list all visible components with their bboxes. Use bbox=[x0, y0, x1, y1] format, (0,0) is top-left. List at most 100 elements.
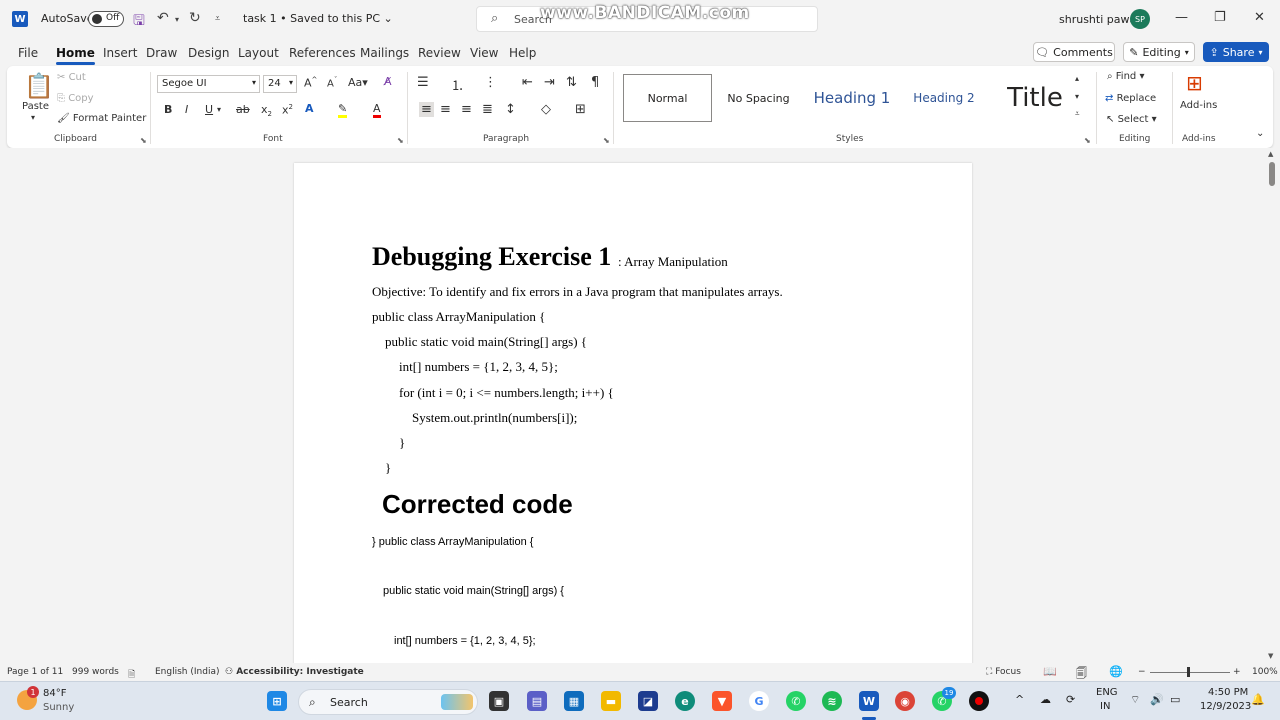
font-size-select[interactable]: 24 ▾ bbox=[263, 75, 297, 93]
read-mode-icon[interactable]: 📖 bbox=[1043, 665, 1057, 678]
taskbar-search[interactable]: ⌕ Search bbox=[298, 689, 478, 715]
paste-dropdown-icon[interactable]: ▾ bbox=[31, 113, 35, 122]
clear-formatting-icon[interactable]: A̸ bbox=[384, 75, 392, 88]
paste-icon[interactable]: 📋 bbox=[24, 72, 54, 100]
style-heading-2[interactable]: Heading 2 bbox=[903, 74, 985, 122]
select-button[interactable]: ↖ Select ▾ bbox=[1106, 114, 1157, 125]
word-taskbar-icon[interactable]: W bbox=[859, 691, 879, 711]
weather-temp[interactable]: 84°F bbox=[43, 688, 66, 699]
superscript-button[interactable]: x2 bbox=[282, 103, 293, 117]
bandicam-record-icon[interactable] bbox=[969, 691, 989, 711]
add-ins-button[interactable]: Add-ins bbox=[1180, 100, 1217, 111]
clipboard-launcher-icon[interactable]: ⬊ bbox=[140, 136, 147, 145]
collapse-ribbon-icon[interactable]: ⌄ bbox=[1256, 128, 1264, 139]
user-name[interactable]: shrushti pawar bbox=[1059, 13, 1141, 26]
align-center-icon[interactable]: ≡ bbox=[440, 102, 451, 117]
web-layout-icon[interactable]: 🌐 bbox=[1109, 665, 1123, 678]
zoom-out-icon[interactable]: − bbox=[1138, 667, 1146, 677]
document-title[interactable]: task 1 • Saved to this PC ⌄ bbox=[243, 12, 393, 25]
find-button[interactable]: ⌕ Find ▾ bbox=[1107, 71, 1144, 82]
add-ins-icon[interactable]: ⊞ bbox=[1186, 71, 1203, 95]
weather-condition[interactable]: Sunny bbox=[43, 702, 74, 713]
underline-button[interactable]: U bbox=[205, 103, 213, 116]
document-page[interactable]: Debugging Exercise 1 : Array Manipulatio… bbox=[294, 163, 972, 683]
chrome-icon[interactable]: ◉ bbox=[895, 691, 915, 711]
grow-font-button[interactable]: A^ bbox=[304, 76, 317, 90]
styles-scroll-down-icon[interactable]: ▾ bbox=[1075, 92, 1079, 101]
avatar[interactable]: SP bbox=[1130, 9, 1150, 29]
styles-scroll-up-icon[interactable]: ▴ bbox=[1075, 74, 1079, 83]
notifications-icon[interactable]: 🔔 bbox=[1251, 693, 1265, 706]
font-launcher-icon[interactable]: ⬊ bbox=[397, 136, 404, 145]
shading-icon[interactable]: ◇ bbox=[541, 102, 551, 117]
autosave-toggle[interactable]: Off bbox=[88, 11, 124, 27]
close-icon[interactable]: ✕ bbox=[1254, 10, 1265, 25]
tab-insert[interactable]: Insert bbox=[103, 46, 137, 60]
tab-design[interactable]: Design bbox=[188, 46, 229, 60]
tab-home[interactable]: Home bbox=[56, 46, 95, 65]
paste-button[interactable]: Paste bbox=[22, 101, 49, 112]
strikethrough-button[interactable]: ab bbox=[236, 103, 250, 116]
undo-dropdown-icon[interactable]: ▾ bbox=[175, 15, 179, 24]
tab-layout[interactable]: Layout bbox=[238, 46, 279, 60]
comments-button[interactable]: 🗨 Comments bbox=[1033, 42, 1115, 62]
tab-draw[interactable]: Draw bbox=[146, 46, 177, 60]
scroll-down-icon[interactable]: ▼ bbox=[1268, 652, 1273, 660]
subscript-button[interactable]: x2 bbox=[261, 103, 272, 118]
task-view-icon[interactable]: ▣ bbox=[489, 691, 509, 711]
font-name-select[interactable]: Segoe UI ▾ bbox=[157, 75, 260, 93]
app-icon[interactable]: ◪ bbox=[638, 691, 658, 711]
focus-mode-button[interactable]: ⛶ Focus bbox=[986, 667, 1021, 677]
wifi-icon[interactable]: ⌔ bbox=[1130, 693, 1140, 707]
zoom-in-icon[interactable]: + bbox=[1233, 667, 1241, 677]
vertical-scrollbar[interactable]: ▲ ▼ bbox=[1268, 150, 1276, 662]
format-painter-button[interactable]: 🖌 Format Painter bbox=[57, 113, 146, 124]
align-right-icon[interactable]: ≡ bbox=[461, 102, 472, 117]
spotify-icon[interactable]: ≋ bbox=[822, 691, 842, 711]
increase-indent-icon[interactable]: ⇥ bbox=[544, 75, 555, 90]
underline-dropdown-icon[interactable]: ▾ bbox=[217, 105, 221, 114]
tab-review[interactable]: Review bbox=[418, 46, 461, 60]
replace-button[interactable]: ⇄ Replace bbox=[1105, 93, 1156, 104]
word-count[interactable]: 999 words bbox=[72, 667, 119, 677]
borders-icon[interactable]: ⊞ bbox=[575, 102, 586, 117]
file-explorer-icon[interactable]: ▬ bbox=[601, 691, 621, 711]
edge-icon[interactable]: e bbox=[675, 691, 695, 711]
sync-icon[interactable]: ⟳ bbox=[1066, 693, 1075, 706]
tab-file[interactable]: File bbox=[18, 46, 38, 60]
editing-mode-button[interactable]: ✎ Editing ▾ bbox=[1123, 42, 1195, 62]
whatsapp-icon[interactable]: ✆ bbox=[786, 691, 806, 711]
shrink-font-button[interactable]: Aˇ bbox=[327, 76, 337, 89]
paragraph-launcher-icon[interactable]: ⬊ bbox=[603, 136, 610, 145]
sort-icon[interactable]: ⇅ bbox=[566, 75, 577, 90]
numbering-icon[interactable]: ⒈ bbox=[451, 75, 464, 94]
style-normal[interactable]: Normal bbox=[623, 74, 712, 122]
cut-button[interactable]: ✂ Cut bbox=[57, 72, 86, 83]
zoom-slider[interactable] bbox=[1150, 672, 1230, 673]
minimize-icon[interactable]: — bbox=[1175, 10, 1188, 25]
style-title[interactable]: Title bbox=[989, 74, 1081, 122]
undo-icon[interactable]: ↶ bbox=[157, 10, 169, 26]
chevron-up-icon[interactable]: ^ bbox=[1015, 693, 1024, 706]
language-status[interactable]: English (India) bbox=[155, 667, 219, 677]
page-count[interactable]: Page 1 of 11 bbox=[7, 667, 63, 677]
line-spacing-icon[interactable]: ↕ bbox=[505, 102, 516, 117]
highlight-color-button[interactable]: ✎ bbox=[338, 102, 348, 118]
tab-references[interactable]: References bbox=[289, 46, 356, 60]
teams-icon[interactable]: ▤ bbox=[527, 691, 547, 711]
scrollbar-thumb[interactable] bbox=[1269, 162, 1275, 186]
accessibility-status[interactable]: ⚇ Accessibility: Investigate bbox=[225, 667, 364, 677]
cloud-icon[interactable]: ☁ bbox=[1040, 693, 1051, 706]
font-color-button[interactable]: A bbox=[373, 102, 381, 118]
align-left-icon[interactable]: ≡ bbox=[419, 102, 434, 117]
brave-icon[interactable]: ▼ bbox=[712, 691, 732, 711]
customize-toolbar-icon[interactable]: ⩡ bbox=[215, 14, 220, 24]
decrease-indent-icon[interactable]: ⇤ bbox=[522, 75, 533, 90]
bullets-icon[interactable]: ☰ bbox=[417, 75, 429, 90]
volume-icon[interactable]: 🔊 bbox=[1150, 693, 1164, 706]
redo-icon[interactable]: ↻ bbox=[189, 10, 201, 26]
style-no-spacing[interactable]: No Spacing bbox=[716, 74, 801, 122]
language-bottom[interactable]: IN bbox=[1100, 701, 1110, 712]
text-effects-button[interactable]: A bbox=[305, 102, 314, 115]
google-icon[interactable]: G bbox=[749, 691, 769, 711]
